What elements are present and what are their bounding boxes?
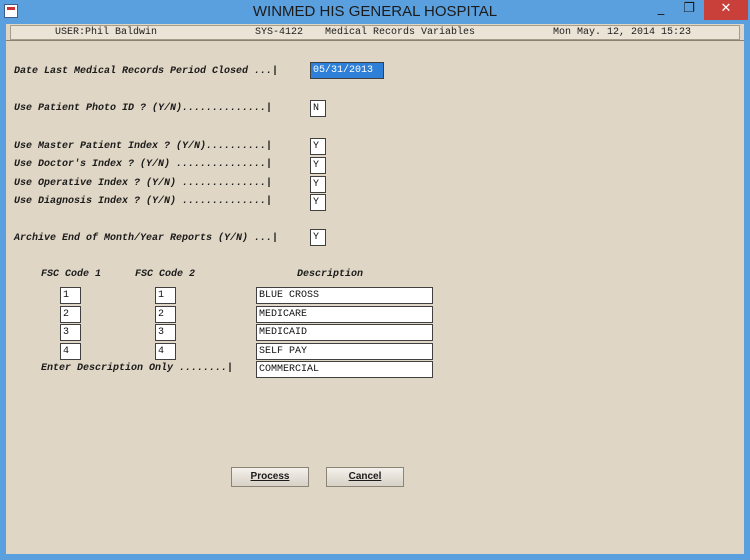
fsc-description-field[interactable]: MEDICARE (256, 306, 433, 323)
cancel-button-label: Cancel (348, 471, 382, 482)
status-screen-code: SYS-4122 (255, 27, 304, 38)
status-screen-title: Medical Records Variables (325, 27, 476, 38)
fsc-code1-header: FSC Code 1 (41, 269, 102, 280)
close-button[interactable]: ✕ (704, 0, 748, 20)
fsc-code1-field[interactable]: 3 (60, 324, 81, 341)
photo-id-label: Use Patient Photo ID ? (Y/N)............… (14, 103, 273, 114)
operative-index-field[interactable]: Y (310, 176, 326, 193)
archive-reports-label: Archive End of Month/Year Reports (Y/N) … (14, 233, 279, 244)
fsc-code1-field[interactable]: 1 (60, 287, 81, 304)
title-bar[interactable]: WINMED HIS GENERAL HOSPITAL _ ❐ ✕ (0, 0, 750, 24)
minimize-button[interactable]: _ (648, 0, 674, 20)
description-only-field[interactable]: COMMERCIAL (256, 361, 433, 378)
master-patient-index-field[interactable]: Y (310, 138, 326, 155)
doctors-index-label: Use Doctor's Index ? (Y/N) .............… (14, 159, 273, 170)
process-button-label: Process (250, 471, 290, 482)
master-patient-index-label: Use Master Patient Index ? (Y/N)........… (14, 141, 273, 152)
status-user: USER:Phil Baldwin (55, 27, 158, 38)
fsc-description-field[interactable]: SELF PAY (256, 343, 433, 360)
maximize-button[interactable]: ❐ (676, 0, 702, 20)
fsc-description-header: Description (297, 269, 364, 280)
diagnosis-index-field[interactable]: Y (310, 194, 326, 211)
fsc-code1-field[interactable]: 4 (60, 343, 81, 360)
diagnosis-index-label: Use Diagnosis Index ? (Y/N) ............… (14, 196, 273, 207)
period-closed-field[interactable]: 05/31/2013 (310, 62, 384, 79)
fsc-description-field[interactable]: MEDICAID (256, 324, 433, 341)
application-window: WINMED HIS GENERAL HOSPITAL _ ❐ ✕ USER:P… (0, 0, 750, 560)
fsc-description-field[interactable]: BLUE CROSS (256, 287, 433, 304)
period-closed-label: Date Last Medical Records Period Closed … (14, 66, 279, 77)
operative-index-label: Use Operative Index ? (Y/N) ............… (14, 178, 273, 189)
status-datetime: Mon May. 12, 2014 15:23 (553, 27, 692, 38)
photo-id-field[interactable]: N (310, 100, 326, 117)
cancel-button[interactable]: Cancel (326, 467, 404, 487)
status-bar: USER:Phil Baldwin SYS-4122 Medical Recor… (6, 24, 744, 41)
status-panel: USER:Phil Baldwin SYS-4122 Medical Recor… (10, 25, 740, 40)
doctors-index-field[interactable]: Y (310, 157, 326, 174)
description-only-label: Enter Description Only ........| (41, 363, 234, 374)
archive-reports-field[interactable]: Y (310, 229, 326, 246)
fsc-code2-field[interactable]: 3 (155, 324, 176, 341)
fsc-code2-header: FSC Code 2 (135, 269, 196, 280)
window-bottom-border (0, 554, 750, 560)
window-title: WINMED HIS GENERAL HOSPITAL (252, 3, 498, 20)
fsc-code1-field[interactable]: 2 (60, 306, 81, 323)
form-area: USER:Phil Baldwin SYS-4122 Medical Recor… (6, 24, 744, 554)
fsc-code2-field[interactable]: 1 (155, 287, 176, 304)
fsc-code2-field[interactable]: 4 (155, 343, 176, 360)
process-button[interactable]: Process (231, 467, 309, 487)
fsc-code2-field[interactable]: 2 (155, 306, 176, 323)
